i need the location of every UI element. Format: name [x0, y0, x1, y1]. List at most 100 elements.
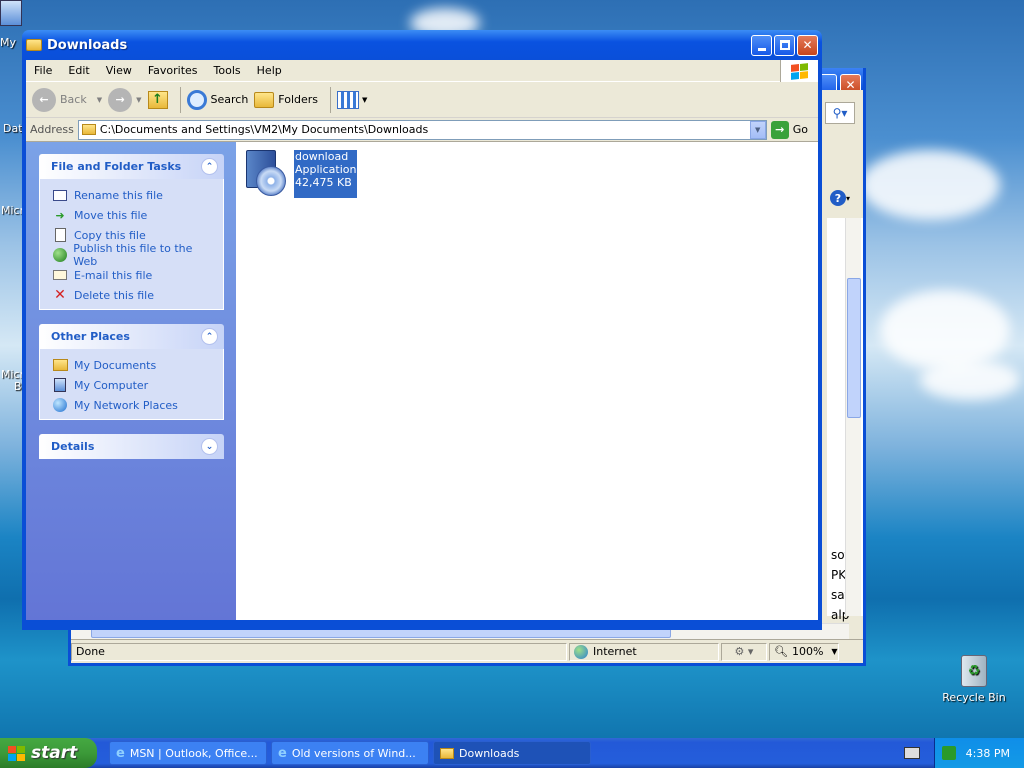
- search-label: Search: [210, 93, 249, 106]
- zoom-text: 100%: [791, 645, 824, 658]
- collapse-icon[interactable]: ⌃: [201, 328, 218, 345]
- scrollbar-thumb[interactable]: [847, 278, 861, 418]
- menu-bar: File Edit View Favorites Tools Help: [26, 60, 818, 82]
- network-tray-icon[interactable]: [941, 746, 956, 760]
- browser-status-bar: Done Internet ⚙ ▾ 🔍︎ 100% ▼: [71, 639, 863, 663]
- folder-icon: [81, 124, 96, 135]
- desktop-icon-recycle-bin[interactable]: ♻ Recycle Bin: [938, 655, 1010, 704]
- file-folder-tasks-body: Rename this file ➜ Move this file Copy th…: [39, 179, 224, 310]
- task-move[interactable]: ➜ Move this file: [52, 205, 213, 225]
- privacy-cell[interactable]: ⚙ ▾: [721, 642, 767, 661]
- up-folder-button[interactable]: ↑: [147, 90, 168, 109]
- address-dropdown-button[interactable]: ▼: [749, 120, 766, 139]
- computer-icon: [52, 377, 68, 393]
- folders-label: Folders: [278, 93, 319, 106]
- up-folder-icon: ↑: [147, 90, 168, 109]
- folders-icon: [254, 91, 275, 108]
- cloud: [880, 290, 1010, 370]
- go-arrow-icon: →: [770, 120, 789, 139]
- file-list-area[interactable]: download Application 42,475 KB: [236, 142, 818, 620]
- other-places-body: My Documents My Computer My Network Plac…: [39, 349, 224, 420]
- file-folder-tasks-header[interactable]: File and Folder Tasks ⌃: [39, 154, 224, 179]
- toolbar-separator: [179, 86, 181, 113]
- place-my-documents[interactable]: My Documents: [52, 355, 213, 375]
- chevron-down-icon: ▼: [136, 95, 142, 104]
- task-email[interactable]: E-mail this file: [52, 265, 213, 285]
- address-value: C:\Documents and Settings\VM2\My Documen…: [99, 123, 429, 136]
- folders-button[interactable]: Folders: [254, 91, 319, 108]
- globe-icon: [574, 644, 588, 659]
- close-button[interactable]: ✕: [797, 34, 818, 56]
- clock[interactable]: 4:38 PM: [966, 747, 1010, 760]
- my-documents-icon: [52, 357, 68, 373]
- file-size: 42,475 KB: [295, 176, 352, 189]
- collapse-icon[interactable]: ⌃: [201, 158, 218, 175]
- system-tray: 4:38 PM: [934, 738, 1024, 768]
- file-label: download Application 42,475 KB: [294, 150, 358, 198]
- zoom-cell[interactable]: 🔍︎ 100% ▼: [769, 642, 839, 661]
- menu-help[interactable]: Help: [249, 64, 290, 77]
- toolbar-separator: [330, 86, 332, 113]
- task-rename[interactable]: Rename this file: [52, 185, 213, 205]
- maximize-button[interactable]: [774, 34, 795, 56]
- other-places-panel: Other Places ⌃ My Documents My Computer …: [39, 324, 224, 420]
- cloud: [860, 150, 1000, 220]
- taskbar-item-msn[interactable]: e MSN | Outlook, Office...: [109, 741, 267, 765]
- content-snippet: PK: [831, 568, 847, 582]
- toolbar: ← Back ▼ → ▼ ↑ Search Folders ▼: [26, 82, 818, 118]
- desktop-icon-my-computer[interactable]: My: [0, 0, 22, 49]
- taskbar-item-old-versions[interactable]: e Old versions of Wind...: [271, 741, 429, 765]
- place-my-computer[interactable]: My Computer: [52, 375, 213, 395]
- ie-icon: e: [278, 745, 287, 761]
- privacy-icon: ⚙ ▾: [734, 645, 754, 658]
- recycle-bin-label: Recycle Bin: [942, 691, 1006, 704]
- search-icon: [186, 89, 207, 110]
- cloud: [920, 360, 1020, 400]
- recycle-bin-icon: ♻: [961, 655, 987, 687]
- file-name: download: [295, 150, 349, 163]
- keyboard-icon[interactable]: [904, 747, 920, 759]
- back-label: Back: [60, 93, 87, 106]
- back-arrow-icon: ←: [32, 87, 56, 112]
- search-button[interactable]: Search: [186, 89, 249, 110]
- task-delete[interactable]: ✕ Delete this file: [52, 285, 213, 305]
- panel-title: File and Folder Tasks: [51, 160, 182, 173]
- task-publish[interactable]: Publish this file to the Web: [52, 242, 213, 268]
- expand-icon[interactable]: ⌄: [201, 438, 218, 455]
- menu-view[interactable]: View: [98, 64, 140, 77]
- rename-icon: [52, 187, 68, 203]
- go-label: Go: [792, 123, 808, 136]
- place-my-network[interactable]: My Network Places: [52, 395, 213, 415]
- views-button[interactable]: ▼: [337, 90, 368, 109]
- menu-tools[interactable]: Tools: [206, 64, 249, 77]
- details-header[interactable]: Details ⌄: [39, 434, 224, 459]
- window-title: Downloads: [47, 37, 128, 53]
- email-icon: [52, 267, 68, 283]
- address-input[interactable]: C:\Documents and Settings\VM2\My Documen…: [77, 119, 767, 140]
- taskbar-item-downloads[interactable]: Downloads: [433, 741, 591, 765]
- chevron-down-icon: ▼: [362, 95, 368, 104]
- chevron-down-icon: ▼: [831, 647, 838, 656]
- go-button[interactable]: → Go: [770, 120, 818, 139]
- other-places-header[interactable]: Other Places ⌃: [39, 324, 224, 349]
- status-text-cell: Done: [71, 642, 567, 661]
- forward-button[interactable]: → ▼: [108, 87, 142, 112]
- minimize-icon: [757, 47, 766, 51]
- explorer-window[interactable]: Downloads ✕ File Edit View Favorites Too…: [22, 30, 822, 630]
- window-title-bar[interactable]: Downloads ✕: [22, 30, 822, 60]
- forward-arrow-icon: →: [108, 87, 133, 112]
- vertical-scrollbar[interactable]: [845, 218, 861, 616]
- minimize-button[interactable]: [751, 34, 772, 56]
- address-label: Address: [30, 123, 74, 136]
- search-icon[interactable]: ⚲▾: [825, 102, 855, 124]
- menu-file[interactable]: File: [26, 64, 60, 77]
- back-button[interactable]: ← Back ▼: [32, 87, 102, 112]
- file-folder-tasks-panel: File and Folder Tasks ⌃ Rename this file…: [39, 154, 224, 310]
- file-item[interactable]: download Application 42,475 KB: [242, 150, 358, 198]
- delete-icon: ✕: [54, 287, 66, 303]
- start-button[interactable]: start: [0, 738, 97, 768]
- help-icon[interactable]: ? ▾: [827, 188, 853, 208]
- desktop-label: Micr: [1, 204, 25, 217]
- menu-favorites[interactable]: Favorites: [140, 64, 206, 77]
- menu-edit[interactable]: Edit: [60, 64, 97, 77]
